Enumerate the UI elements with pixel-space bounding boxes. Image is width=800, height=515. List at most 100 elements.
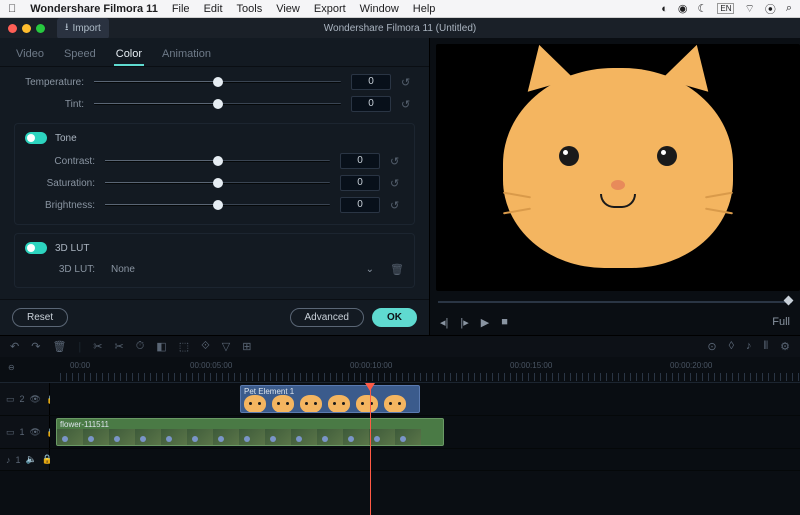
menu-view[interactable]: View	[276, 3, 300, 15]
timeline-tracks: ▭ 2 👁 🔒 Pet Element 1	[0, 383, 800, 515]
lut-dropdown[interactable]: None ⌄	[105, 260, 380, 279]
close-window[interactable]	[8, 24, 17, 33]
timeline-ruler[interactable]: ⊖ 00:00 00:00:05:00 00:00:10:00 00:00:15…	[0, 357, 800, 383]
clip-flower[interactable]: flower-111511	[56, 418, 444, 446]
undo-icon[interactable]: ↶	[10, 340, 19, 353]
tool-icon[interactable]: ⟐	[201, 340, 210, 353]
brightness-value[interactable]: 0	[340, 197, 380, 213]
marker-tool-icon[interactable]: ◊	[729, 340, 734, 353]
contrast-reset-icon[interactable]: ↺	[390, 155, 404, 168]
lut-selected: None	[111, 264, 135, 275]
tab-animation[interactable]: Animation	[160, 44, 213, 66]
minimize-window[interactable]	[22, 24, 31, 33]
inspector-panel: Video Speed Color Animation Temperature:…	[0, 38, 430, 335]
macos-menubar:  Wondershare Filmora 11 File Edit Tools…	[0, 0, 800, 18]
saturation-reset-icon[interactable]: ↺	[390, 177, 404, 190]
tool-icon[interactable]: ▽	[222, 340, 230, 353]
prev-frame-button[interactable]: ◂|	[440, 316, 448, 329]
status-icon[interactable]: ◉	[678, 2, 688, 15]
apple-menu-icon[interactable]: 	[8, 3, 16, 15]
step-back-button[interactable]: |▸	[460, 316, 468, 329]
saturation-slider-row: Saturation: 0 ↺	[25, 172, 404, 194]
brightness-label: Brightness:	[25, 200, 95, 211]
saturation-slider[interactable]	[105, 182, 330, 184]
appearance-icon[interactable]: ☾	[697, 2, 707, 15]
advanced-button[interactable]: Advanced	[290, 308, 364, 327]
contrast-slider[interactable]	[105, 160, 330, 162]
tab-video[interactable]: Video	[14, 44, 46, 66]
maximize-window[interactable]	[36, 24, 45, 33]
settings-icon[interactable]: ⚙	[780, 340, 790, 353]
preview-size-label[interactable]: Full	[772, 316, 790, 328]
brightness-reset-icon[interactable]: ↺	[390, 199, 404, 212]
tool-icon[interactable]: ⬚	[179, 340, 189, 353]
temperature-slider-row: Temperature: 0 ↺	[14, 71, 415, 93]
menu-edit[interactable]: Edit	[204, 3, 223, 15]
bluetooth-icon[interactable]: ⌔	[744, 2, 754, 16]
track-header[interactable]: ▭ 1 👁 🔒	[0, 416, 50, 448]
wifi-icon[interactable]: ⦿	[765, 1, 776, 17]
window-controls	[8, 24, 45, 33]
tab-color[interactable]: Color	[114, 44, 144, 66]
cut-icon[interactable]: ✂	[93, 340, 102, 353]
app-menu[interactable]: Wondershare Filmora 11	[30, 3, 158, 15]
marker-icon[interactable]	[784, 296, 794, 306]
mixer-icon[interactable]: ⫴	[764, 340, 769, 353]
play-button[interactable]: ▶	[481, 316, 489, 329]
delete-icon[interactable]: 🗑	[52, 340, 66, 353]
status-icon[interactable]: ◐	[661, 3, 668, 15]
visibility-icon[interactable]: 👁	[30, 394, 41, 405]
track-header[interactable]: ♪ 1 🔈 🔒	[0, 449, 50, 470]
menu-help[interactable]: Help	[413, 3, 436, 15]
tint-slider[interactable]	[94, 103, 341, 105]
ruler-timecode: 00:00:15:00	[510, 361, 552, 370]
redo-icon[interactable]: ↷	[31, 340, 40, 353]
menu-tools[interactable]: Tools	[237, 3, 263, 15]
preview-viewport[interactable]	[436, 44, 800, 291]
contrast-value[interactable]: 0	[340, 153, 380, 169]
lut-toggle[interactable]	[25, 242, 47, 254]
stop-button[interactable]: ■	[501, 316, 508, 328]
contrast-slider-row: Contrast: 0 ↺	[25, 150, 404, 172]
brightness-slider-row: Brightness: 0 ↺	[25, 194, 404, 216]
record-icon[interactable]: ⊙	[707, 340, 716, 353]
inspector-tabs: Video Speed Color Animation	[0, 38, 429, 67]
zoom-out-icon[interactable]: ⊖	[8, 363, 15, 372]
tint-slider-row: Tint: 0 ↺	[14, 93, 415, 115]
temperature-reset-icon[interactable]: ↺	[401, 76, 415, 89]
menu-file[interactable]: File	[172, 3, 190, 15]
visibility-icon[interactable]: 👁	[30, 427, 41, 438]
track-number: 2	[20, 394, 25, 404]
language-indicator[interactable]: EN	[717, 3, 734, 14]
menu-window[interactable]: Window	[360, 3, 399, 15]
import-button[interactable]: ⭳ Import	[57, 18, 109, 39]
audio-icon[interactable]: ♪	[746, 340, 752, 353]
playback-controls: ◂| |▸ ▶ ■ Full	[430, 309, 800, 335]
clip-pet-element[interactable]: Pet Element 1	[240, 385, 420, 413]
ok-button[interactable]: OK	[372, 308, 417, 327]
tint-value[interactable]: 0	[351, 96, 391, 112]
playhead[interactable]	[370, 383, 371, 515]
import-icon: ⭳	[65, 20, 69, 37]
tool-icon[interactable]: ⊞	[242, 340, 251, 353]
mute-icon[interactable]: 🔈	[26, 454, 37, 465]
search-icon[interactable]: ⌕	[786, 2, 792, 15]
tone-toggle[interactable]	[25, 132, 47, 144]
temperature-value[interactable]: 0	[351, 74, 391, 90]
preview-scrubber[interactable]	[438, 295, 792, 309]
tint-reset-icon[interactable]: ↺	[401, 98, 415, 111]
crop-icon[interactable]: ✂	[114, 340, 123, 353]
track-number: 1	[20, 427, 25, 437]
ruler-timecode: 00:00	[70, 361, 90, 370]
menu-export[interactable]: Export	[314, 3, 346, 15]
saturation-value[interactable]: 0	[340, 175, 380, 191]
chevron-down-icon: ⌄	[366, 264, 374, 275]
trash-icon[interactable]: 🗑	[390, 263, 404, 276]
reset-button[interactable]: Reset	[12, 308, 68, 327]
tab-speed[interactable]: Speed	[62, 44, 98, 66]
temperature-slider[interactable]	[94, 81, 341, 83]
color-icon[interactable]: ◧	[156, 340, 166, 353]
speed-icon[interactable]: ⏱	[136, 340, 145, 353]
brightness-slider[interactable]	[105, 204, 330, 206]
track-header[interactable]: ▭ 2 👁 🔒	[0, 383, 50, 415]
